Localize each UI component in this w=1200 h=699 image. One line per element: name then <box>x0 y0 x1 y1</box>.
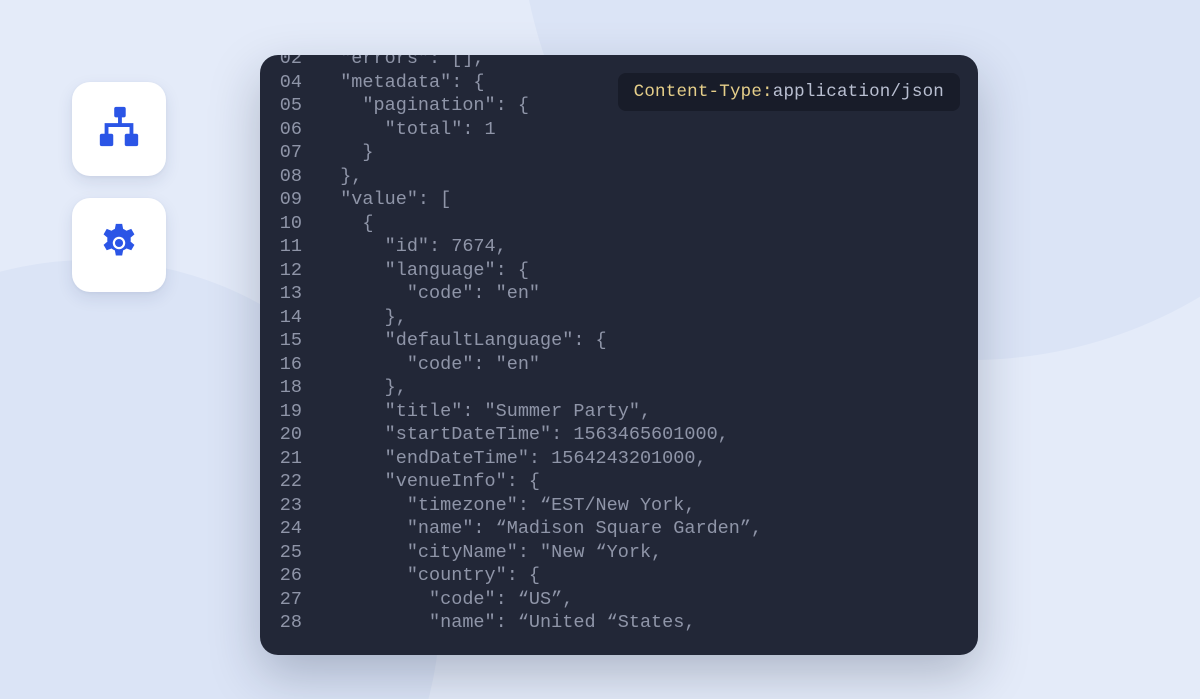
code-text: "code": "en" <box>318 353 540 377</box>
code-line: 02 "errors": [], <box>260 55 954 71</box>
network-button[interactable] <box>72 82 166 176</box>
code-text: "timezone": “EST/New York, <box>318 494 695 518</box>
line-number: 21 <box>260 447 318 471</box>
line-number: 13 <box>260 282 318 306</box>
code-text: { <box>318 212 374 236</box>
sitemap-icon <box>96 104 142 155</box>
code-text: "language": { <box>318 259 529 283</box>
line-number: 28 <box>260 611 318 635</box>
line-number: 19 <box>260 400 318 424</box>
code-line: 13 "code": "en" <box>260 282 954 306</box>
code-line: 25 "cityName": "New “York, <box>260 541 954 565</box>
code-line: 27 "code": “US”, <box>260 588 954 612</box>
line-number: 06 <box>260 118 318 142</box>
code-line: 04 "metadata": { <box>260 71 954 95</box>
line-number: 02 <box>260 55 318 71</box>
code-line: 18 }, <box>260 376 954 400</box>
code-text: "code": “US”, <box>318 588 573 612</box>
code-line: 28 "name": “United “States, <box>260 611 954 635</box>
code-line: 05 "pagination": { <box>260 94 954 118</box>
code-line: 16 "code": "en" <box>260 353 954 377</box>
code-text: "cityName": "New “York, <box>318 541 662 565</box>
code-text: "errors": [], <box>318 55 485 71</box>
code-line: 24 "name": “Madison Square Garden”, <box>260 517 954 541</box>
code-text: "metadata": { <box>318 71 485 95</box>
code-text: }, <box>318 376 407 400</box>
code-text: "id": 7674, <box>318 235 507 259</box>
code-text: "total": 1 <box>318 118 496 142</box>
code-line: 22 "venueInfo": { <box>260 470 954 494</box>
code-line: 10 { <box>260 212 954 236</box>
settings-button[interactable] <box>72 198 166 292</box>
line-number: 10 <box>260 212 318 236</box>
gear-icon <box>96 220 142 271</box>
code-text: }, <box>318 306 407 330</box>
line-number: 08 <box>260 165 318 189</box>
sidebar <box>72 82 166 292</box>
code-line: 09 "value": [ <box>260 188 954 212</box>
line-number: 07 <box>260 141 318 165</box>
line-number: 23 <box>260 494 318 518</box>
line-number: 25 <box>260 541 318 565</box>
code-text: "defaultLanguage": { <box>318 329 607 353</box>
line-number: 26 <box>260 564 318 588</box>
code-line: 21 "endDateTime": 1564243201000, <box>260 447 954 471</box>
code-text: "value": [ <box>318 188 451 212</box>
code-text: "pagination": { <box>318 94 529 118</box>
code-line: 15 "defaultLanguage": { <box>260 329 954 353</box>
line-number: 15 <box>260 329 318 353</box>
line-number: 27 <box>260 588 318 612</box>
code-line: 11 "id": 7674, <box>260 235 954 259</box>
code-text: "country": { <box>318 564 540 588</box>
code-body[interactable]: 02 "errors": [],04 "metadata": {05 "pagi… <box>260 55 978 635</box>
code-line: 19 "title": "Summer Party", <box>260 400 954 424</box>
code-text: "code": "en" <box>318 282 540 306</box>
code-text: }, <box>318 165 362 189</box>
line-number: 20 <box>260 423 318 447</box>
line-number: 24 <box>260 517 318 541</box>
code-line: 08 }, <box>260 165 954 189</box>
code-text: "name": “Madison Square Garden”, <box>318 517 762 541</box>
line-number: 22 <box>260 470 318 494</box>
code-line: 14 }, <box>260 306 954 330</box>
line-number: 16 <box>260 353 318 377</box>
code-line: 20 "startDateTime": 1563465601000, <box>260 423 954 447</box>
line-number: 12 <box>260 259 318 283</box>
code-line: 07 } <box>260 141 954 165</box>
line-number: 14 <box>260 306 318 330</box>
code-text: "startDateTime": 1563465601000, <box>318 423 729 447</box>
code-line: 06 "total": 1 <box>260 118 954 142</box>
code-text: "venueInfo": { <box>318 470 540 494</box>
code-line: 23 "timezone": “EST/New York, <box>260 494 954 518</box>
code-text: } <box>318 141 374 165</box>
line-number: 09 <box>260 188 318 212</box>
line-number: 05 <box>260 94 318 118</box>
code-text: "title": "Summer Party", <box>318 400 651 424</box>
line-number: 11 <box>260 235 318 259</box>
line-number: 18 <box>260 376 318 400</box>
line-number: 04 <box>260 71 318 95</box>
code-text: "name": “United “States, <box>318 611 695 635</box>
code-line: 12 "language": { <box>260 259 954 283</box>
code-line: 26 "country": { <box>260 564 954 588</box>
code-text: "endDateTime": 1564243201000, <box>318 447 707 471</box>
code-panel: Content-Type:application/json 02 "errors… <box>260 55 978 655</box>
